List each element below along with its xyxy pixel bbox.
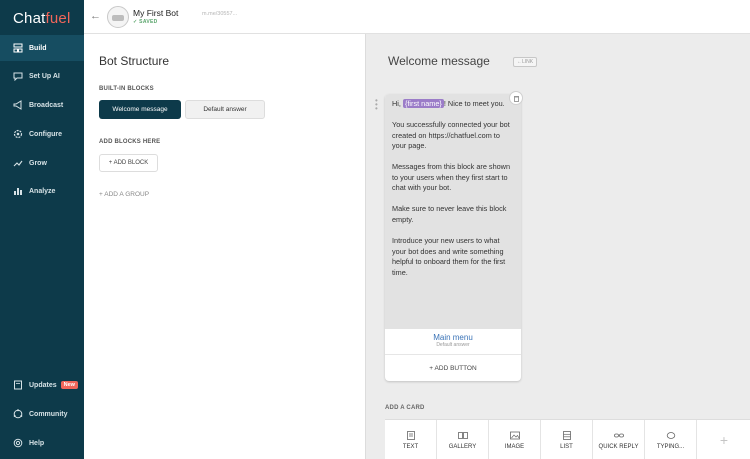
gallery-icon xyxy=(457,431,468,440)
link-tag-label: LINK xyxy=(522,59,534,65)
trend-icon xyxy=(13,158,23,168)
image-icon xyxy=(509,431,520,440)
logo-text-accent: fuel xyxy=(45,10,71,27)
sidebar-item-build[interactable]: Build xyxy=(0,35,84,61)
card-type-list[interactable]: LIST xyxy=(541,420,593,459)
greeting-paragraph: Hi, {first name}! Nice to meet you. xyxy=(392,99,514,110)
panel-title: Bot Structure xyxy=(99,54,170,68)
sidebar-item-broadcast[interactable]: Broadcast xyxy=(0,92,84,118)
sidebar-item-label: Analyze xyxy=(29,187,56,195)
bot-link[interactable]: m.me/30557... xyxy=(202,11,237,17)
card-type-label: LIST xyxy=(560,443,573,450)
add-blocks-label: ADD BLOCKS HERE xyxy=(99,139,161,145)
megaphone-icon xyxy=(13,100,23,110)
chatfuel-logo[interactable]: Chatfuel xyxy=(13,10,71,27)
add-button[interactable]: + ADD BUTTON xyxy=(385,356,521,381)
sidebar-item-label: Updates xyxy=(29,381,57,389)
list-icon xyxy=(562,430,572,440)
card-type-typing[interactable]: TYPING... xyxy=(645,420,697,459)
greeting-suffix: ! Nice to meet you. xyxy=(443,99,505,108)
card-type-image[interactable]: IMAGE xyxy=(489,420,541,459)
card-type-label: IMAGE xyxy=(504,443,525,450)
sidebar-item-configure[interactable]: Configure xyxy=(0,121,84,147)
main-menu-button[interactable]: Main menu Default answer xyxy=(385,329,521,355)
bot-name[interactable]: My First Bot xyxy=(133,8,178,18)
more-cards-button[interactable]: + xyxy=(697,420,750,459)
gear-icon xyxy=(13,129,23,139)
block-title[interactable]: Welcome message xyxy=(388,54,490,68)
card-type-label: GALLERY xyxy=(448,443,477,450)
card-paragraph: Messages from this block are shown to yo… xyxy=(392,162,511,193)
build-icon xyxy=(13,43,23,53)
card-paragraph: Make sure to never leave this block empt… xyxy=(392,204,507,224)
add-group-button[interactable]: + ADD A GROUP xyxy=(99,191,149,198)
quick-reply-icon xyxy=(613,431,624,440)
sidebar-item-label: Broadcast xyxy=(29,101,64,109)
sidebar-item-label: Community xyxy=(29,410,68,418)
sidebar-item-set-up-ai[interactable]: Set Up AI xyxy=(0,63,84,89)
logo-text: Chat xyxy=(13,10,46,27)
sidebar-item-community[interactable]: Community xyxy=(0,401,84,427)
builtin-blocks-label: BUILT-IN BLOCKS xyxy=(99,86,154,92)
card-type-label: QUICK REPLY xyxy=(598,443,639,450)
button-title: Main menu xyxy=(433,333,473,342)
link-tag[interactable]: ←LINK xyxy=(513,57,538,67)
block-editor: Welcome message ←LINK • • • Hi, {first nam… xyxy=(365,34,750,459)
greeting-prefix: Hi, xyxy=(392,99,401,108)
text-card-body[interactable]: Hi, {first name}! Nice to meet you. You … xyxy=(385,94,521,329)
drag-handle-icon[interactable]: • • • xyxy=(375,97,378,113)
sidebar-item-analyze[interactable]: Analyze xyxy=(0,178,84,204)
first-name-attribute[interactable]: {first name} xyxy=(402,99,444,108)
trash-icon[interactable] xyxy=(509,91,523,105)
sidebar-item-label: Set Up AI xyxy=(29,72,60,80)
sidebar: Chatfuel Build Set Up AI Broadcast Confi… xyxy=(0,0,84,459)
typing-icon xyxy=(666,431,676,440)
sidebar-item-label: Grow xyxy=(29,159,47,167)
add-card-label: ADD A CARD xyxy=(385,405,425,411)
sidebar-item-label: Configure xyxy=(29,130,63,138)
sidebar-item-grow[interactable]: Grow xyxy=(0,150,84,176)
sidebar-item-updates[interactable]: Updates New xyxy=(0,372,84,398)
back-arrow-icon[interactable]: ← xyxy=(90,10,101,22)
bar-chart-icon xyxy=(13,186,23,196)
sidebar-item-label: Build xyxy=(29,44,47,52)
chat-icon xyxy=(13,71,23,81)
saved-status: ✓ SAVED xyxy=(133,19,158,25)
text-icon xyxy=(406,430,416,440)
sidebar-item-label: Help xyxy=(29,439,45,447)
card-type-label: TEXT xyxy=(402,443,419,450)
text-card: Hi, {first name}! Nice to meet you. You … xyxy=(385,94,521,381)
help-icon xyxy=(13,438,23,448)
book-icon xyxy=(13,380,23,390)
card-paragraph: You successfully connected your bot crea… xyxy=(392,119,510,151)
card-type-gallery[interactable]: GALLERY xyxy=(437,420,489,459)
card-type-label: TYPING... xyxy=(656,443,685,450)
block-default-answer[interactable]: Default answer xyxy=(185,100,265,119)
bot-structure-panel: Bot Structure BUILT-IN BLOCKS Welcome me… xyxy=(84,34,365,459)
sidebar-item-help[interactable]: Help xyxy=(0,430,84,456)
button-subtitle: Default answer xyxy=(436,342,470,348)
top-bar: ← My First Bot ✓ SAVED m.me/30557... xyxy=(84,0,750,34)
add-block-button[interactable]: + ADD BLOCK xyxy=(99,154,158,172)
new-badge: New xyxy=(60,381,78,389)
card-type-text[interactable]: TEXT xyxy=(385,420,437,459)
block-welcome-message[interactable]: Welcome message xyxy=(99,100,181,119)
card-type-bar: TEXT GALLERY IMAGE LIST QUICK REPLY TYPI… xyxy=(385,419,750,459)
card-type-quick-reply[interactable]: QUICK REPLY xyxy=(593,420,645,459)
community-icon xyxy=(13,409,23,419)
card-paragraph: Introduce your new users to what your bo… xyxy=(392,235,506,277)
bot-avatar[interactable] xyxy=(107,6,129,28)
